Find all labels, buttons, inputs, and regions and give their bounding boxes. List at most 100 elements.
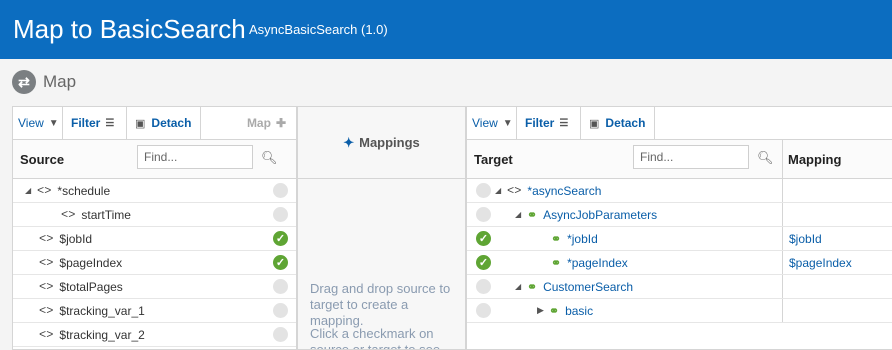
map-add-icon: ✚ xyxy=(275,116,286,130)
source-row-label: $totalPages xyxy=(59,279,123,294)
element-tag-icon: <> xyxy=(37,183,52,198)
mapping-value[interactable]: $jobId xyxy=(789,232,822,246)
complex-element-icon: ⚭ xyxy=(527,279,538,294)
source-detach-button[interactable]: ▣ Detach xyxy=(127,107,201,139)
complex-element-icon: ⚭ xyxy=(549,303,560,318)
filter-icon: ☰ xyxy=(559,117,569,129)
element-tag-icon: <> xyxy=(61,207,76,222)
target-row-label: *pageIndex xyxy=(567,255,628,270)
checkmark-icon[interactable]: ✓ xyxy=(476,255,491,270)
source-view-menu[interactable]: View ▼ xyxy=(13,107,63,139)
source-tree: ◢ <> *schedule <> startTime <> $jobId ✓ … xyxy=(13,179,296,347)
element-tag-icon: <> xyxy=(507,183,522,198)
source-detach-label: Detach xyxy=(151,116,192,130)
target-row-jobid[interactable]: ✓ ⚭ *jobId $jobId xyxy=(467,227,892,251)
source-find-input[interactable] xyxy=(137,145,253,169)
mapping-column-divider xyxy=(782,251,783,274)
element-tag-icon: <> xyxy=(39,255,54,270)
detach-icon: ▣ xyxy=(135,117,146,130)
detach-icon: ▣ xyxy=(589,117,600,130)
source-header-label: Source xyxy=(20,151,65,167)
target-filter-label: Filter xyxy=(525,116,555,130)
collapse-triangle-icon[interactable]: ◢ xyxy=(495,186,507,195)
source-row-tracking-var-1[interactable]: <> $tracking_var_1 xyxy=(13,299,296,323)
target-row-pageindex[interactable]: ✓ ⚭ *pageIndex $pageIndex xyxy=(467,251,892,275)
status-empty-icon[interactable] xyxy=(273,327,288,342)
page-title: Map to BasicSearch xyxy=(13,14,246,44)
collapse-triangle-icon[interactable]: ◢ xyxy=(25,186,37,195)
target-row-label: CustomerSearch xyxy=(543,279,634,294)
element-tag-icon: <> xyxy=(39,231,54,246)
status-empty-icon[interactable] xyxy=(273,303,288,318)
mappings-header: ✦ Mappings xyxy=(298,107,465,179)
search-icon[interactable]: 🔍︎ xyxy=(261,150,278,166)
complex-element-icon: ⚭ xyxy=(527,207,538,222)
source-row-label: $jobId xyxy=(59,231,93,246)
complex-element-icon: ⚭ xyxy=(551,255,562,270)
target-row-label: basic xyxy=(565,303,594,318)
target-find-input[interactable] xyxy=(633,145,749,169)
source-row-label: startTime xyxy=(81,207,131,222)
collapse-triangle-icon[interactable]: ◢ xyxy=(515,282,527,291)
mapping-value[interactable]: $pageIndex xyxy=(789,256,852,270)
target-row-label: *asyncSearch xyxy=(527,183,602,198)
target-view-label: View xyxy=(472,116,498,130)
target-row-asyncjobparameters[interactable]: ◢ ⚭ AsyncJobParameters xyxy=(467,203,892,227)
target-filter-button[interactable]: Filter ☰ xyxy=(517,107,581,139)
mapping-column-divider xyxy=(782,179,783,202)
mappings-hint-click: Click a checkmark on source or target to… xyxy=(310,326,441,350)
status-empty-icon[interactable] xyxy=(476,303,491,318)
target-row-asyncsearch[interactable]: ◢ <> *asyncSearch xyxy=(467,179,892,203)
target-panel: View ▼ Filter ☰ ▣ Detach Target 🔍︎ Mappi… xyxy=(466,106,892,350)
checkmark-icon[interactable]: ✓ xyxy=(476,231,491,246)
page-banner: Map to BasicSearch AsyncBasicSearch (1.0… xyxy=(0,0,892,59)
target-row-label: AsyncJobParameters xyxy=(543,207,658,222)
target-tree: ◢ <> *asyncSearch ◢ ⚭ AsyncJobParameters… xyxy=(467,179,892,323)
mapping-column-divider xyxy=(782,227,783,250)
source-row-label: $tracking_var_1 xyxy=(59,303,145,318)
source-column-header: Source 🔍︎ xyxy=(13,140,296,179)
source-row-starttime[interactable]: <> startTime xyxy=(13,203,296,227)
target-detach-button[interactable]: ▣ Detach xyxy=(581,107,655,139)
collapse-triangle-icon[interactable]: ◢ xyxy=(515,210,527,219)
mappings-hint-drag: Drag and drop source to target to create… xyxy=(310,281,451,328)
target-view-menu[interactable]: View ▼ xyxy=(467,107,517,139)
chevron-down-icon: ▼ xyxy=(48,117,59,129)
mapping-column-divider xyxy=(782,203,783,226)
source-panel: View ▼ Filter ☰ ▣ Detach Map ✚ Source 🔍︎… xyxy=(12,106,297,350)
status-empty-icon[interactable] xyxy=(476,207,491,222)
target-row-customersearch[interactable]: ◢ ⚭ CustomerSearch xyxy=(467,275,892,299)
target-column-header: Target 🔍︎ Mapping xyxy=(467,140,892,179)
mapping-column-divider xyxy=(782,299,783,322)
source-view-label: View xyxy=(18,116,44,130)
status-empty-icon[interactable] xyxy=(476,279,491,294)
complex-element-icon: ⚭ xyxy=(551,231,562,246)
element-tag-icon: <> xyxy=(39,279,54,294)
source-row-pageindex[interactable]: <> $pageIndex ✓ xyxy=(13,251,296,275)
map-section-header: ⇄ Map xyxy=(12,69,76,95)
source-row-label: $tracking_var_2 xyxy=(59,327,145,342)
checkmark-icon[interactable]: ✓ xyxy=(273,255,288,270)
mappings-icon: ✦ xyxy=(343,134,355,150)
status-empty-icon[interactable] xyxy=(273,183,288,198)
search-icon[interactable]: 🔍︎ xyxy=(757,150,774,166)
source-filter-button[interactable]: Filter ☰ xyxy=(63,107,127,139)
status-empty-icon[interactable] xyxy=(273,207,288,222)
source-map-button[interactable]: Map ✚ xyxy=(247,107,286,139)
source-row-tracking-var-2[interactable]: <> $tracking_var_2 xyxy=(13,323,296,347)
mappings-panel: ✦ Mappings Drag and drop source to targe… xyxy=(297,106,466,350)
source-row-totalpages[interactable]: <> $totalPages xyxy=(13,275,296,299)
source-row-jobid[interactable]: <> $jobId ✓ xyxy=(13,227,296,251)
filter-icon: ☰ xyxy=(105,117,115,129)
expand-triangle-icon[interactable]: ▶ xyxy=(537,305,549,316)
status-empty-icon[interactable] xyxy=(476,183,491,198)
status-empty-icon[interactable] xyxy=(273,279,288,294)
target-detach-label: Detach xyxy=(605,116,646,130)
checkmark-icon[interactable]: ✓ xyxy=(273,231,288,246)
source-row-schedule[interactable]: ◢ <> *schedule xyxy=(13,179,296,203)
target-header-label: Target xyxy=(474,151,513,167)
target-row-label: *jobId xyxy=(567,231,598,246)
target-row-basic[interactable]: ▶ ⚭ basic xyxy=(467,299,892,323)
target-toolbar: View ▼ Filter ☰ ▣ Detach xyxy=(467,107,892,140)
source-row-label: *schedule xyxy=(57,183,111,198)
